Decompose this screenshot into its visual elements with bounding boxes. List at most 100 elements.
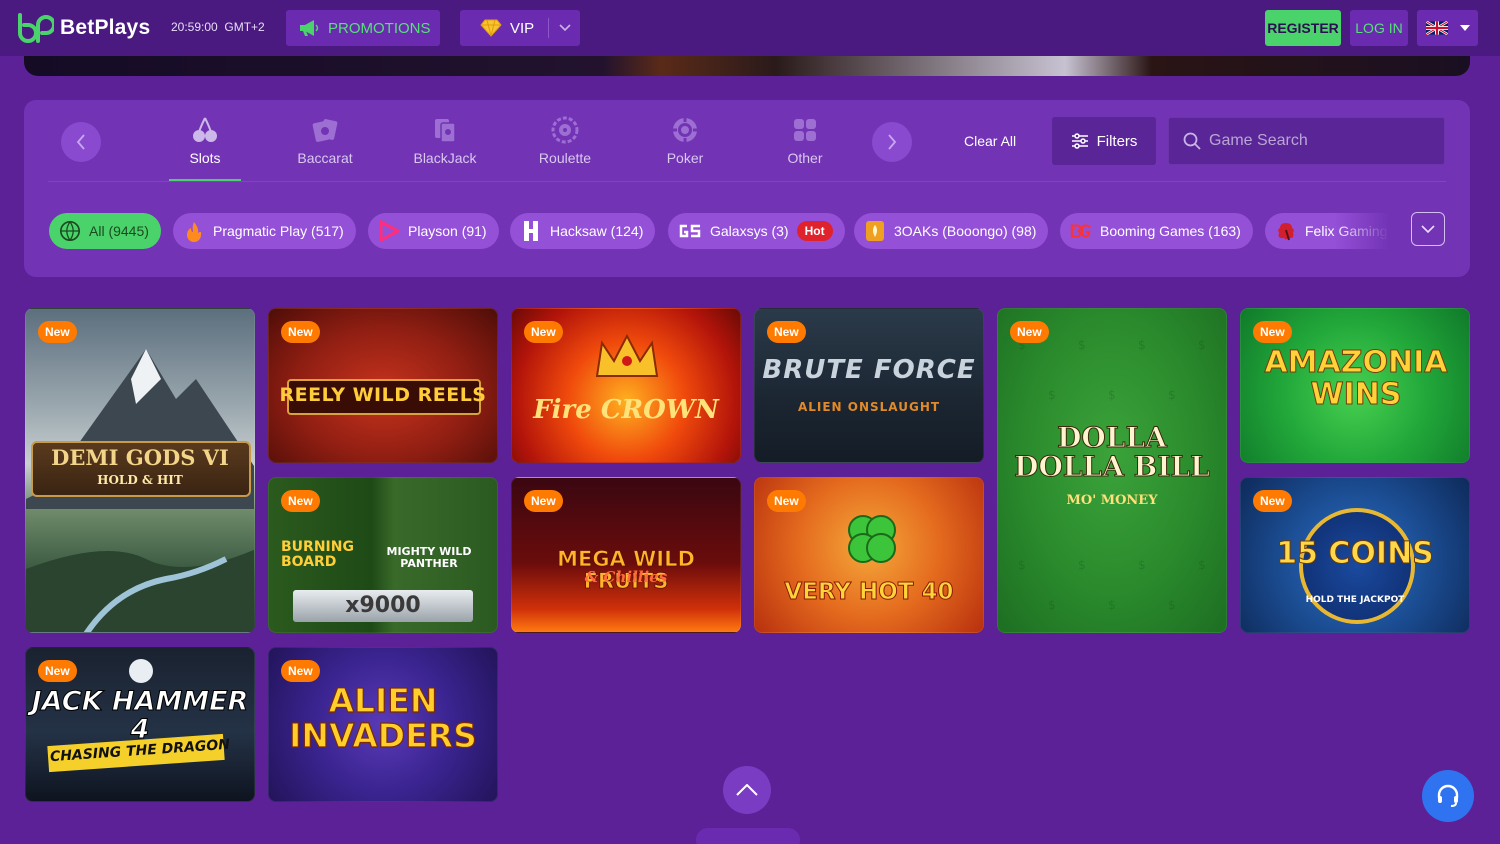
game-title: BURNING BOARD	[281, 539, 354, 570]
category-poker[interactable]: Poker	[649, 116, 721, 180]
svg-text:$: $	[1048, 388, 1056, 402]
provider-chip-playson[interactable]: Playson (91)	[368, 213, 499, 249]
provider-chip-galaxsys[interactable]: Galaxsys (3) Hot	[668, 213, 845, 249]
game-tile-fire-crown[interactable]: Fire CROWN New	[511, 308, 741, 463]
game-title: Fire CROWN	[533, 395, 719, 425]
crown-icon	[595, 333, 659, 377]
game-tile-demi-gods-vi[interactable]: DEMI GODS VI HOLD & HIT New	[25, 308, 255, 633]
new-badge: New	[767, 321, 806, 343]
game-search[interactable]	[1168, 117, 1445, 165]
provider-label: 3OAKs (Booongo) (98)	[894, 223, 1037, 239]
game-tile-dolla-dolla-bill[interactable]: $ $ $ $ $ $ $ $ $ $ $ $ $ $ DOLLA DOLLA BILL MO' M…	[997, 308, 1227, 633]
new-badge: New	[1010, 321, 1049, 343]
clock: 20:59:00 GMT+2	[171, 20, 265, 34]
register-button[interactable]: REGISTER	[1265, 10, 1341, 46]
category-slots[interactable]: Slots	[169, 116, 241, 180]
new-badge: New	[767, 490, 806, 512]
svg-text:$: $	[1168, 388, 1176, 402]
category-label: Poker	[666, 150, 704, 166]
language-selector[interactable]	[1417, 10, 1478, 46]
game-tile-brute-force[interactable]: BRUTE FORCE ALIEN ONSLAUGHT New	[754, 308, 984, 463]
playson-logo-icon	[378, 220, 400, 242]
chevron-down-icon	[1421, 225, 1435, 233]
load-more-pill[interactable]	[696, 828, 800, 844]
category-blackjack[interactable]: BlackJack	[409, 116, 481, 180]
provider-chip-3oaks[interactable]: 3OAKs (Booongo) (98)	[854, 213, 1049, 249]
game-title: BRUTE FORCE	[762, 355, 976, 385]
game-subtitle: ALIEN ONSLAUGHT	[797, 400, 941, 414]
category-label: Other	[787, 150, 823, 166]
vip-separator	[548, 18, 550, 38]
category-label: Roulette	[538, 150, 592, 166]
game-title: DOLLA DOLLA BILL	[1014, 421, 1211, 484]
game-title: VERY HOT 40	[784, 579, 954, 605]
category-baccarat[interactable]: Baccarat	[289, 116, 361, 180]
game-tile-reely-wild-reels[interactable]: REELY WILD REELS New	[268, 308, 498, 463]
provider-chip-hacksaw[interactable]: Hacksaw (124)	[510, 213, 656, 249]
blackjack-icon	[435, 119, 456, 143]
vip-label: VIP	[510, 19, 535, 37]
svg-text:$: $	[1048, 598, 1056, 612]
svg-text:$: $	[1108, 598, 1116, 612]
promotions-button[interactable]: PROMOTIONS	[286, 10, 440, 46]
moon-icon	[129, 659, 153, 683]
categories-prev-button[interactable]	[61, 122, 101, 162]
game-tile-amazonia-wins[interactable]: AMAZONIA WINS New	[1240, 308, 1470, 463]
category-label: Baccarat	[297, 150, 353, 166]
svg-text:$: $	[1168, 598, 1176, 612]
game-tile-15-coins[interactable]: 15 COINS HOLD THE JACKPOT New	[1240, 477, 1470, 633]
sliders-icon	[1071, 133, 1088, 149]
game-tile-alien-invaders[interactable]: ALIEN INVADERS New	[268, 647, 498, 802]
game-title: ALIEN INVADERS	[288, 681, 477, 755]
cherries-icon	[193, 117, 217, 142]
support-chat-button[interactable]	[1422, 770, 1474, 822]
expand-providers-button[interactable]	[1411, 212, 1445, 246]
diamond-icon	[480, 19, 502, 37]
svg-text:$: $	[1108, 388, 1116, 402]
svg-text:$: $	[1078, 338, 1086, 352]
new-badge: New	[281, 321, 320, 343]
search-input[interactable]	[1209, 132, 1429, 150]
cards-icon	[312, 119, 338, 142]
provider-chip-booming-games[interactable]: Booming Games (163)	[1060, 213, 1253, 249]
login-button[interactable]: LOG IN	[1350, 10, 1408, 46]
uk-flag-icon	[1425, 21, 1448, 35]
provider-label: Booming Games (163)	[1100, 223, 1241, 239]
game-tile-burning-board-mighty-wild-panther[interactable]: BURNING BOARD MIGHTY WILD PANTHER x9000 …	[268, 477, 498, 633]
game-tile-very-hot-40[interactable]: VERY HOT 40 New	[754, 477, 984, 633]
provider-label: Hacksaw (124)	[550, 223, 644, 239]
clear-all-button[interactable]: Clear All	[964, 133, 1016, 149]
hacksaw-logo-icon	[520, 220, 542, 242]
booming-games-logo-icon	[1070, 220, 1092, 242]
filters-button[interactable]: Filters	[1052, 117, 1156, 165]
grid-icon	[794, 119, 816, 141]
hero-banner[interactable]	[24, 56, 1470, 76]
galaxsys-logo-icon	[678, 220, 702, 242]
filter-panel: Slots Baccarat BlackJack Roulette Poker …	[24, 100, 1470, 277]
new-badge: New	[38, 321, 77, 343]
category-other[interactable]: Other	[769, 116, 841, 180]
svg-text:$: $	[1198, 558, 1206, 572]
new-badge: New	[281, 660, 320, 682]
vip-button[interactable]: VIP	[460, 10, 580, 46]
poker-chip-icon	[673, 118, 697, 142]
provider-chip-pragmatic-play[interactable]: Pragmatic Play (517)	[173, 213, 356, 249]
svg-text:$: $	[1078, 558, 1086, 572]
clover-icon	[848, 515, 896, 563]
categories-next-button[interactable]	[872, 122, 912, 162]
game-tile-jack-hammer-4[interactable]: JACK HAMMER 4 CHASING THE DRAGON New	[25, 647, 255, 802]
new-badge: New	[281, 490, 320, 512]
game-subtitle: MO' MONEY	[1066, 493, 1158, 508]
game-title: REELY WILD REELS	[279, 384, 487, 406]
globe-icon	[59, 220, 81, 242]
game-title: DEMI GODS VI	[51, 445, 229, 470]
scroll-to-top-button[interactable]	[723, 766, 771, 814]
provider-chip-all[interactable]: All (9445)	[49, 213, 161, 249]
game-tile-mega-wild-fruits[interactable]: MEGA WILD FRUITS & Chillies New	[511, 477, 741, 633]
megaphone-icon	[300, 20, 319, 36]
3oaks-logo-icon	[864, 220, 886, 242]
promotions-label: PROMOTIONS	[328, 19, 431, 37]
svg-text:$: $	[1198, 338, 1206, 352]
brand-logo[interactable]: BetPlays	[16, 12, 150, 44]
category-roulette[interactable]: Roulette	[529, 116, 601, 180]
